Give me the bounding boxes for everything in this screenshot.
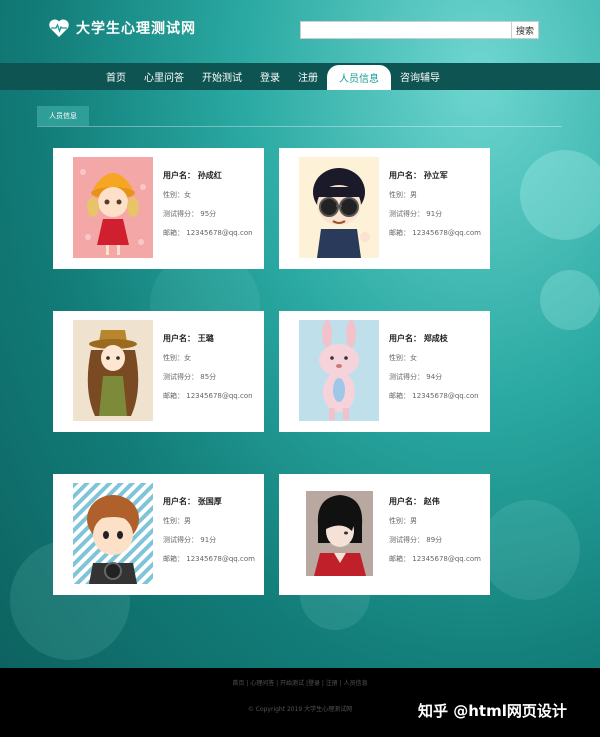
bokeh-decoration [480,500,580,600]
username-row: 用户名： 郑成枝 [389,334,448,343]
main-nav: 首页 心里问答 开始测试 登录 注册 人员信息 咨询辅导 [0,63,600,90]
email-row: 邮箱： 12345678@qq.con [163,392,253,400]
nav-item-counseling[interactable]: 咨询辅导 [391,63,449,90]
score-row: 测试得分： 85分 [163,373,217,381]
gender-row: 性别：男 [163,517,191,525]
member-card: 用户名： 赵伟 性别：男 测试得分： 89分 邮箱： 12345678@qq.c… [279,474,490,595]
score-row: 测试得分： 95分 [163,210,217,218]
member-card: 用户名： 孙成红 性别：女 测试得分： 95分 邮箱： 12345678@qq.… [53,148,264,269]
gender-row: 性别：女 [163,191,191,199]
score-row: 测试得分： 94分 [389,373,443,381]
member-card: 用户名： 王璐 性别：女 测试得分： 85分 邮箱： 12345678@qq.c… [53,311,264,432]
avatar [306,491,373,576]
member-card: 用户名： 郑成枝 性别：女 测试得分： 94分 邮箱： 12345678@qq.… [279,311,490,432]
avatar [73,483,153,584]
footer-links[interactable]: 首页 | 心理问答 | 开始测试 |登录 | 注册 | 人员信息 [0,678,600,687]
score-row: 测试得分： 89分 [389,536,443,544]
username-value: 孙立军 [423,171,448,180]
email-row: 邮箱： 12345678@qq.con [389,392,479,400]
bokeh-decoration [540,270,600,330]
breadcrumb-tab[interactable]: 人员信息 [37,106,89,126]
gender-row: 性别：女 [163,354,191,362]
username-row: 用户名： 孙立军 [389,171,448,180]
site-title: 大学生心理测试网 [76,21,196,37]
gender-row: 性别：男 [389,517,417,525]
site-logo[interactable]: 大学生心理测试网 [48,18,196,38]
username-value: 张国厚 [197,497,222,506]
nav-item-start-test[interactable]: 开始测试 [193,63,251,90]
search-button[interactable]: 搜索 [512,21,539,39]
username-row: 用户名： 王璐 [163,334,214,343]
username-row: 用户名： 赵伟 [389,497,440,506]
avatar [299,320,379,421]
username-value: 郑成枝 [423,334,448,343]
username-value: 赵伟 [423,497,440,506]
nav-item-qa[interactable]: 心里问答 [135,63,193,90]
avatar [299,157,379,258]
username-row: 用户名： 孙成红 [163,171,222,180]
nav-item-home[interactable]: 首页 [97,63,135,90]
email-row: 邮箱： 12345678@qq.com [389,555,481,563]
bokeh-decoration [520,150,600,240]
search-bar: 搜索 [300,21,539,39]
email-row: 邮箱： 12345678@qq.con [163,229,253,237]
watermark: 知乎 @html网页设计 [418,702,567,720]
username-value: 孙成红 [197,171,222,180]
avatar [73,320,153,421]
heart-pulse-icon [49,19,69,37]
score-row: 测试得分： 91分 [389,210,443,218]
email-row: 邮箱： 12345678@qq.com [389,229,481,237]
username-value: 王璐 [197,334,214,343]
member-card: 用户名： 孙立军 性别：男 测试得分： 91分 邮箱： 12345678@qq.… [279,148,490,269]
nav-item-login[interactable]: 登录 [251,63,289,90]
gender-row: 性别：男 [389,191,417,199]
member-card: 用户名： 张国厚 性别：男 测试得分： 91分 邮箱： 12345678@qq.… [53,474,264,595]
avatar [73,157,153,258]
nav-item-register[interactable]: 注册 [289,63,327,90]
gender-row: 性别：女 [389,354,417,362]
nav-item-members[interactable]: 人员信息 [327,65,391,90]
username-row: 用户名： 张国厚 [163,497,222,506]
email-row: 邮箱： 12345678@qq.com [163,555,255,563]
header: 大学生心理测试网 搜索 [0,0,600,63]
divider [37,126,562,127]
score-row: 测试得分： 91分 [163,536,217,544]
search-input[interactable] [300,21,512,39]
